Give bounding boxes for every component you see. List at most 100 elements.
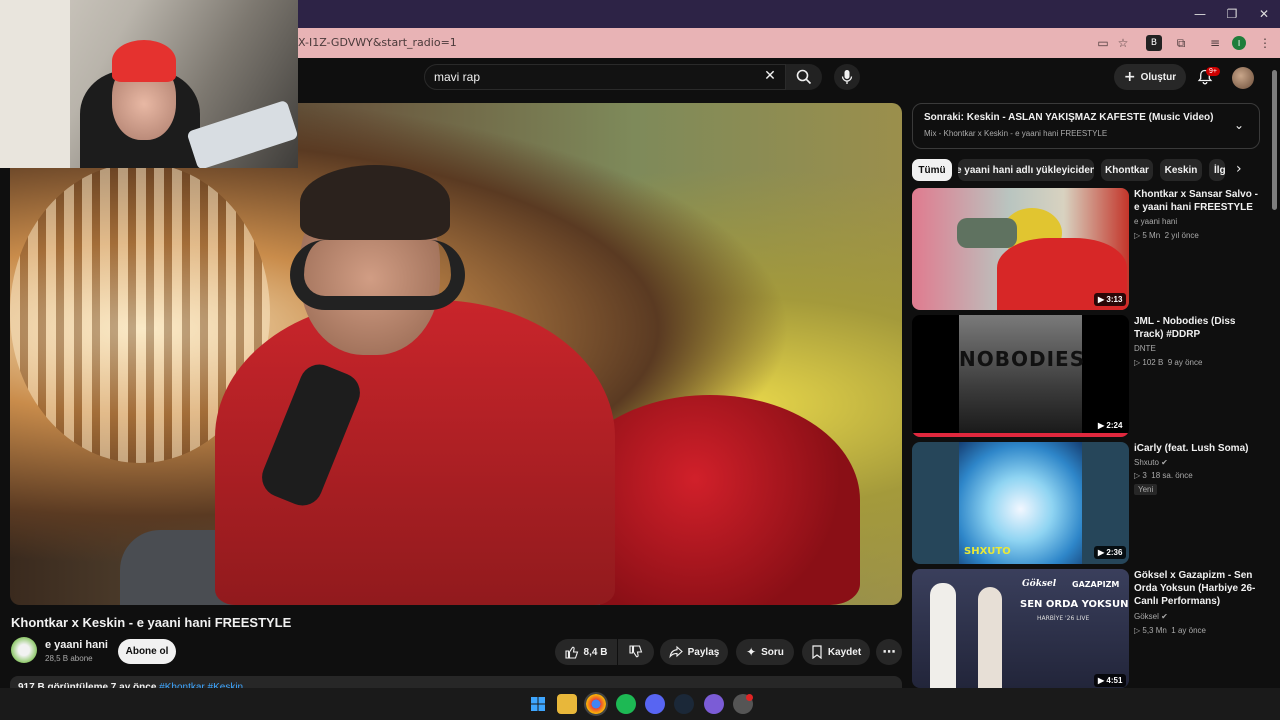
chevron-right-icon[interactable]: › [1236, 161, 1252, 179]
video-frame-headphones [290, 240, 465, 310]
bookmark-icon [812, 645, 822, 659]
notification-badge: 9+ [1206, 67, 1220, 76]
share-button[interactable]: Paylaş [660, 639, 728, 665]
menu-kebab-icon[interactable]: ⋮ [1256, 34, 1274, 52]
thumbs-down-icon [629, 645, 643, 658]
recommendation-views: 5 Mn [1142, 231, 1161, 240]
like-button[interactable]: 8,4 B [555, 639, 617, 665]
steam-icon[interactable] [674, 694, 694, 714]
recommendation-title[interactable]: Khontkar x Sansar Salvo - e yaani hani F… [1134, 188, 1262, 214]
recommendation-stats: ▷ 5 Mn 2 yıl önce [1134, 231, 1199, 240]
recommendation-channel[interactable]: Göksel ✔ [1134, 612, 1168, 621]
extensions-puzzle-icon[interactable]: ⧉ [1172, 34, 1190, 52]
recommendation-title[interactable]: iCarly (feat. Lush Soma) [1134, 442, 1262, 455]
video-frame-hair [300, 165, 450, 240]
new-badge: Yeni [1134, 484, 1158, 495]
bookmark-star-icon[interactable]: ☆ [1114, 34, 1132, 52]
video-title: Khontkar x Keskin - e yaani hani FREESTY… [11, 615, 292, 630]
chip-uploader[interactable]: e yaani hani adlı yükleyiciden [958, 159, 1094, 181]
webcam-cap [112, 40, 176, 82]
next-up-panel[interactable] [912, 103, 1260, 149]
recommendation-channel[interactable]: e yaani hani [1134, 217, 1177, 226]
plus-icon: + [1123, 69, 1136, 85]
chip-khontkar[interactable]: Khontkar [1101, 159, 1153, 181]
recommendation-age: 9 ay önce [1167, 358, 1203, 367]
recommendation-views: 5,3 Mn [1142, 626, 1167, 635]
next-up-subtitle: Mix - Khontkar x Keskin - e yaani hani F… [924, 129, 1108, 138]
subscribe-button[interactable]: Abone ol [118, 639, 176, 664]
subscriber-count: 28,5 B abone [45, 654, 93, 663]
recommendation-stats: ▷ 102 B 9 ay önce [1134, 358, 1202, 367]
profile-icon[interactable]: I [1232, 36, 1246, 50]
create-button-label: Oluştur [1140, 71, 1177, 83]
recommendation-title[interactable]: Göksel x Gazapizm - Sen Orda Yoksun (Har… [1134, 569, 1262, 608]
restore-button[interactable]: ❐ [1216, 0, 1248, 28]
more-actions-button[interactable]: ⋯ [876, 639, 902, 665]
duration-badge: ▶ 2:36 [1094, 546, 1127, 559]
like-count: 8,4 B [583, 646, 608, 658]
duration-text: 3:13 [1106, 295, 1123, 304]
windows-start-icon[interactable] [528, 694, 548, 714]
chip-related[interactable]: İlgili [1209, 159, 1225, 181]
recommendation-channel-name: Shxuto [1134, 458, 1159, 467]
duration-text: 4:51 [1106, 676, 1123, 685]
file-explorer-icon[interactable] [557, 694, 577, 714]
sparkle-icon: ✦ [746, 645, 757, 659]
thumb-mic [957, 218, 1017, 248]
channel-name[interactable]: e yaani hani [45, 639, 108, 651]
page-scrollbar-thumb[interactable] [1272, 70, 1277, 210]
verified-check-icon: ✔ [1161, 612, 1168, 621]
recommendation-age: 1 ay önce [1171, 626, 1206, 635]
chip-keskin[interactable]: Keskin [1160, 159, 1202, 181]
ask-label: Soru [761, 646, 784, 658]
media-controls-icon[interactable]: ≡ [1206, 34, 1224, 52]
share-icon [669, 645, 683, 659]
account-avatar[interactable] [1232, 67, 1254, 89]
save-button[interactable]: Kaydet [802, 639, 870, 665]
chip-all[interactable]: Tümü [912, 159, 952, 181]
recording-indicator [746, 694, 753, 701]
next-up-title: Sonraki: Keskin - ASLAN YAKIŞMAZ KAFESTE… [924, 112, 1214, 123]
chevron-down-icon[interactable]: ⌄ [1234, 118, 1248, 132]
thumb-gazapizm-logo: GAZAPIZM [1072, 580, 1120, 589]
recommendation-channel[interactable]: DNTE [1134, 344, 1156, 353]
search-input-value[interactable]: mavi rap [434, 70, 480, 84]
recommendation-views: 3 [1142, 471, 1147, 480]
save-label: Kaydet [827, 646, 862, 658]
dislike-button[interactable] [618, 639, 654, 665]
search-button[interactable] [786, 64, 822, 90]
create-button[interactable]: + Oluştur [1114, 64, 1186, 90]
thumbs-up-icon [564, 646, 578, 659]
recommendation-thumbnail[interactable] [912, 188, 1129, 310]
discord-icon[interactable] [645, 694, 665, 714]
watch-progress-bar [912, 433, 1129, 437]
spotify-icon[interactable] [616, 694, 636, 714]
duration-badge: ▶ 4:51 [1094, 674, 1127, 687]
recommendation-stats: ▷ 5,3 Mn 1 ay önce [1134, 626, 1206, 635]
app-icon[interactable] [704, 694, 724, 714]
close-window-button[interactable]: ✕ [1248, 0, 1280, 28]
thumb-goksel-logo: Göksel [1022, 579, 1057, 589]
duration-text: 2:24 [1106, 421, 1123, 430]
recommendation-age: 2 yıl önce [1164, 231, 1199, 240]
verified-check-icon: ✔ [1161, 458, 1168, 467]
recommendation-channel[interactable]: Shxuto ✔ [1134, 458, 1168, 467]
ask-button[interactable]: ✦ Soru [736, 639, 794, 665]
channel-avatar[interactable] [11, 637, 37, 663]
search-icon [796, 69, 812, 85]
thumb-photo [959, 315, 1082, 433]
chrome-icon[interactable] [584, 692, 608, 716]
thumb-subtitle-text: HARBİYE '26 LIVE [1037, 615, 1090, 622]
recommendation-title[interactable]: JML - Nobodies (Diss Track) #DDRP [1134, 315, 1262, 341]
clear-search-icon[interactable]: ✕ [762, 68, 778, 84]
thumb-shxuto-text: SHXUTO [964, 546, 1011, 557]
more-horizontal-icon: ⋯ [882, 644, 896, 660]
recommendation-age: 18 sa. önce [1151, 471, 1193, 480]
url-text[interactable]: X-I1Z-GDVWY&start_radio=1 [298, 36, 457, 49]
minimize-button[interactable]: — [1184, 0, 1216, 28]
recommendation-thumbnail[interactable]: Göksel GAZAPIZM SEN ORDA YOKSUN HARBİYE … [912, 569, 1129, 688]
extension-icon[interactable]: B [1146, 35, 1162, 51]
recommendation-channel-name: Göksel [1134, 612, 1159, 621]
voice-search-button[interactable] [834, 64, 860, 90]
install-app-icon[interactable]: ▭ [1094, 34, 1112, 52]
